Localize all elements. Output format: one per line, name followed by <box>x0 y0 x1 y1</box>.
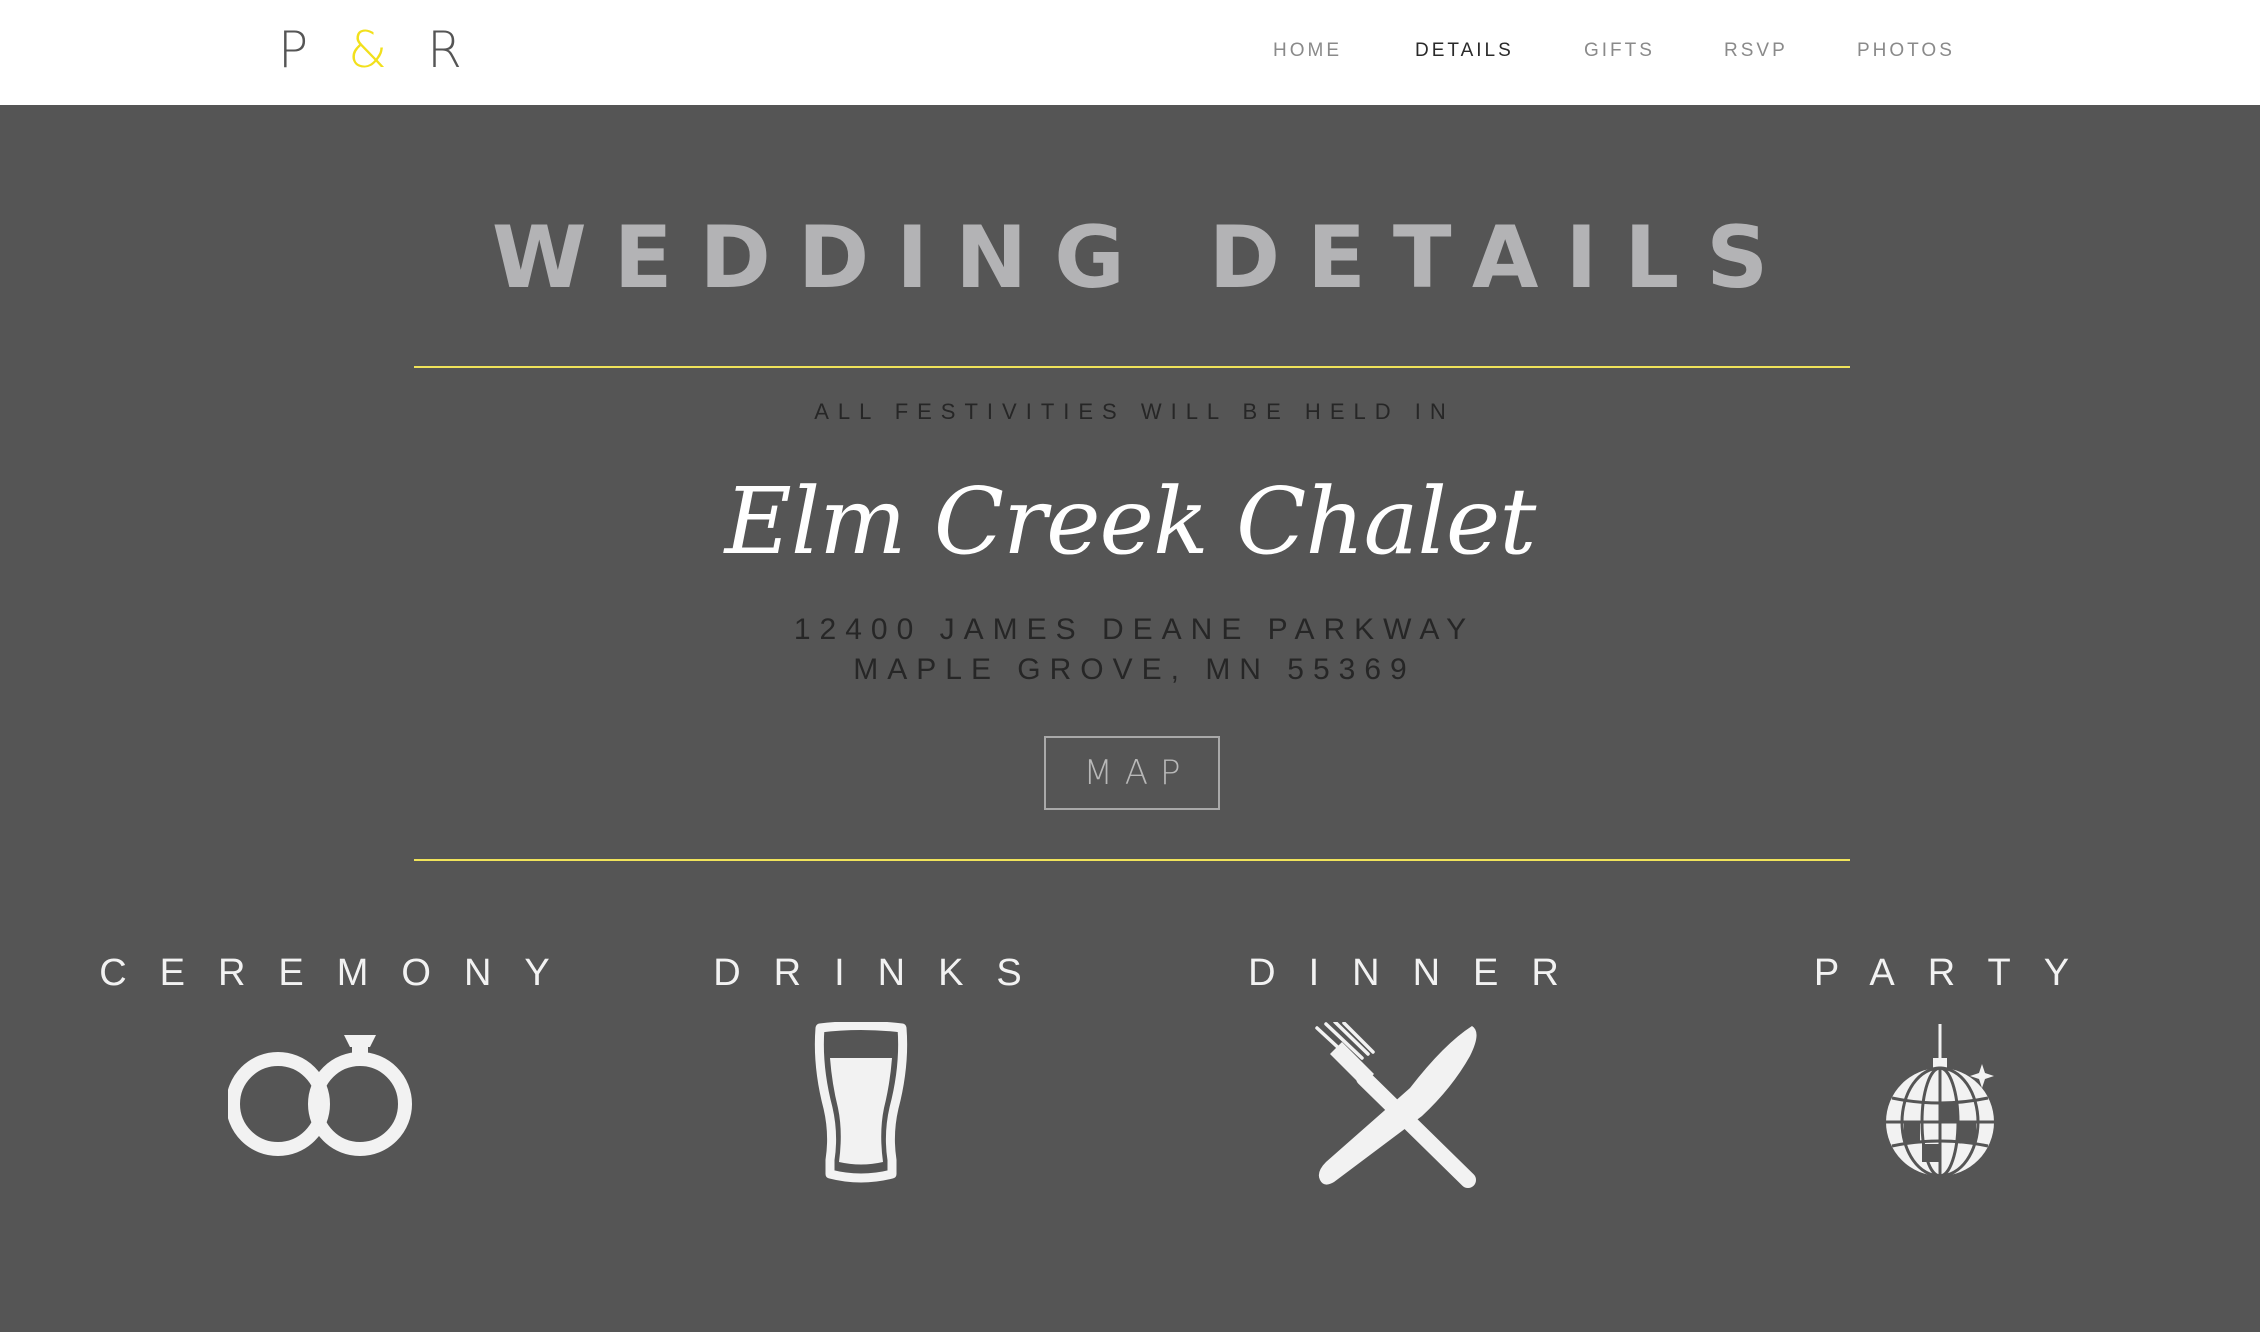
top-divider <box>414 366 1850 368</box>
rings-icon <box>228 1035 412 1156</box>
top-navigation-bar: P & R HOME DETAILS GIFTS RSVP PHOTOS <box>0 0 2260 105</box>
address-line-2: MAPLE GROVE, MN 55369 <box>853 653 1416 686</box>
category-party-label: PARTY <box>1813 952 2103 994</box>
venue-name: Elm Creek Chalet <box>724 468 1537 575</box>
category-dinner-label: DINNER <box>1248 952 1592 994</box>
map-button[interactable]: MAP <box>1044 736 1220 810</box>
category-drinks-label: DRINKS <box>713 952 1055 994</box>
nav-rsvp-link[interactable]: RSVP <box>1724 36 1788 66</box>
nav-gifts-link[interactable]: GIFTS <box>1584 36 1655 66</box>
nav-details-link[interactable]: DETAILS <box>1415 36 1514 66</box>
bottom-divider <box>414 859 1850 861</box>
category-ceremony-label: CEREMONY <box>99 952 583 994</box>
festivities-kicker: ALL FESTIVITIES WILL BE HELD IN <box>814 399 1455 424</box>
page-title: WEDDING DETAILS <box>491 208 1796 308</box>
address-line-1: 12400 JAMES DEANE PARKWAY <box>793 613 1476 646</box>
beer-glass-icon <box>814 1022 908 1183</box>
main-nav: HOME DETAILS GIFTS RSVP PHOTOS <box>0 36 2260 66</box>
nav-home-link[interactable]: HOME <box>1273 36 1342 66</box>
nav-photos-link[interactable]: PHOTOS <box>1857 36 1955 66</box>
fork-knife-icon <box>1315 1022 1477 1188</box>
disco-ball-icon <box>1886 1024 1994 1178</box>
